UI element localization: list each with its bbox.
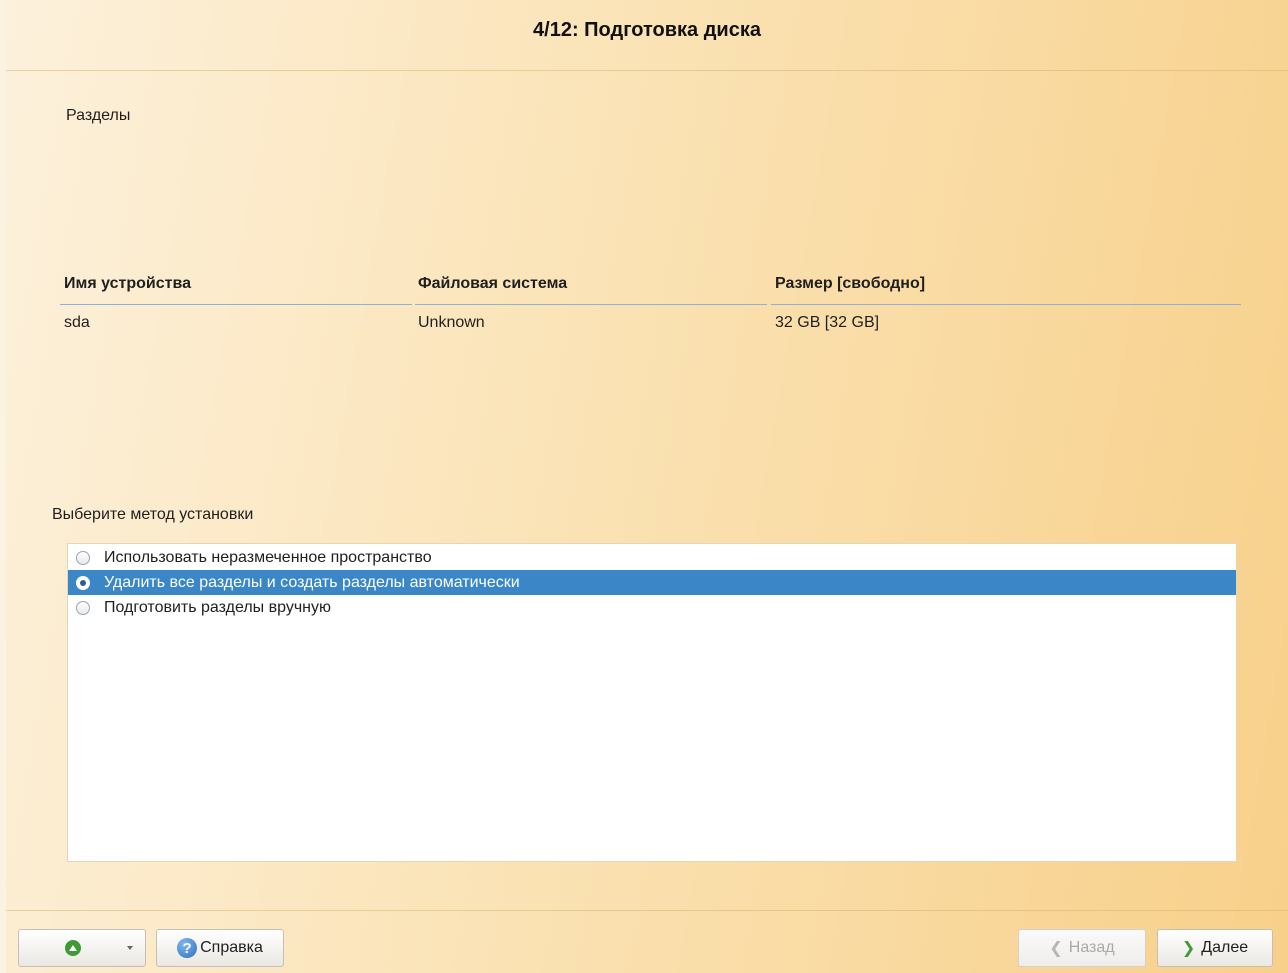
cell-device[interactable]: sda xyxy=(64,314,90,332)
column-header-size[interactable]: Размер [свободно] xyxy=(775,275,925,293)
back-button[interactable]: ❮ Назад xyxy=(1018,929,1146,967)
back-button-label: Назад xyxy=(1068,939,1115,956)
column-header-filesystem[interactable]: Файловая система xyxy=(418,275,567,293)
column-header-device[interactable]: Имя устройства xyxy=(64,275,191,293)
option-use-free-space[interactable]: Использовать неразмеченное пространство xyxy=(68,545,1236,570)
radio-button-checked[interactable] xyxy=(76,575,90,590)
cell-filesystem[interactable]: Unknown xyxy=(418,314,485,332)
option-manual[interactable]: Подготовить разделы вручную xyxy=(68,595,1236,620)
step-header: 4/12: Подготовка диска xyxy=(6,0,1288,71)
radio-button[interactable] xyxy=(76,550,90,565)
page-title: 4/12: Подготовка диска xyxy=(533,18,761,41)
column-divider xyxy=(771,304,1241,305)
partitions-label: Разделы xyxy=(66,107,131,124)
up-arrow-circle-icon xyxy=(65,940,81,956)
option-label: Удалить все разделы и создать разделы ав… xyxy=(104,573,520,591)
install-method-label: Выберите метод установки xyxy=(52,506,254,523)
footer-divider xyxy=(6,910,1288,911)
help-button[interactable]: ? Справка xyxy=(156,929,284,967)
cell-size[interactable]: 32 GB [32 GB] xyxy=(775,314,879,332)
up-menu-button[interactable] xyxy=(18,929,146,967)
option-label: Использовать неразмеченное пространство xyxy=(104,548,432,566)
chevron-down-icon[interactable] xyxy=(127,946,133,950)
install-method-list[interactable]: Использовать неразмеченное пространство … xyxy=(67,543,1237,862)
radio-button[interactable] xyxy=(76,600,90,615)
chevron-right-icon: ❯ xyxy=(1181,940,1196,957)
column-divider xyxy=(415,304,767,305)
option-delete-all-auto[interactable]: Удалить все разделы и создать разделы ав… xyxy=(68,570,1236,595)
help-icon: ? xyxy=(177,938,198,958)
column-divider xyxy=(60,304,412,305)
chevron-left-icon: ❮ xyxy=(1049,940,1063,957)
next-button[interactable]: ❯ Далее xyxy=(1157,929,1273,967)
next-button-label: Далее xyxy=(1201,939,1249,956)
help-button-label: Справка xyxy=(200,939,263,956)
option-label: Подготовить разделы вручную xyxy=(104,598,331,616)
window-edge xyxy=(0,0,6,973)
